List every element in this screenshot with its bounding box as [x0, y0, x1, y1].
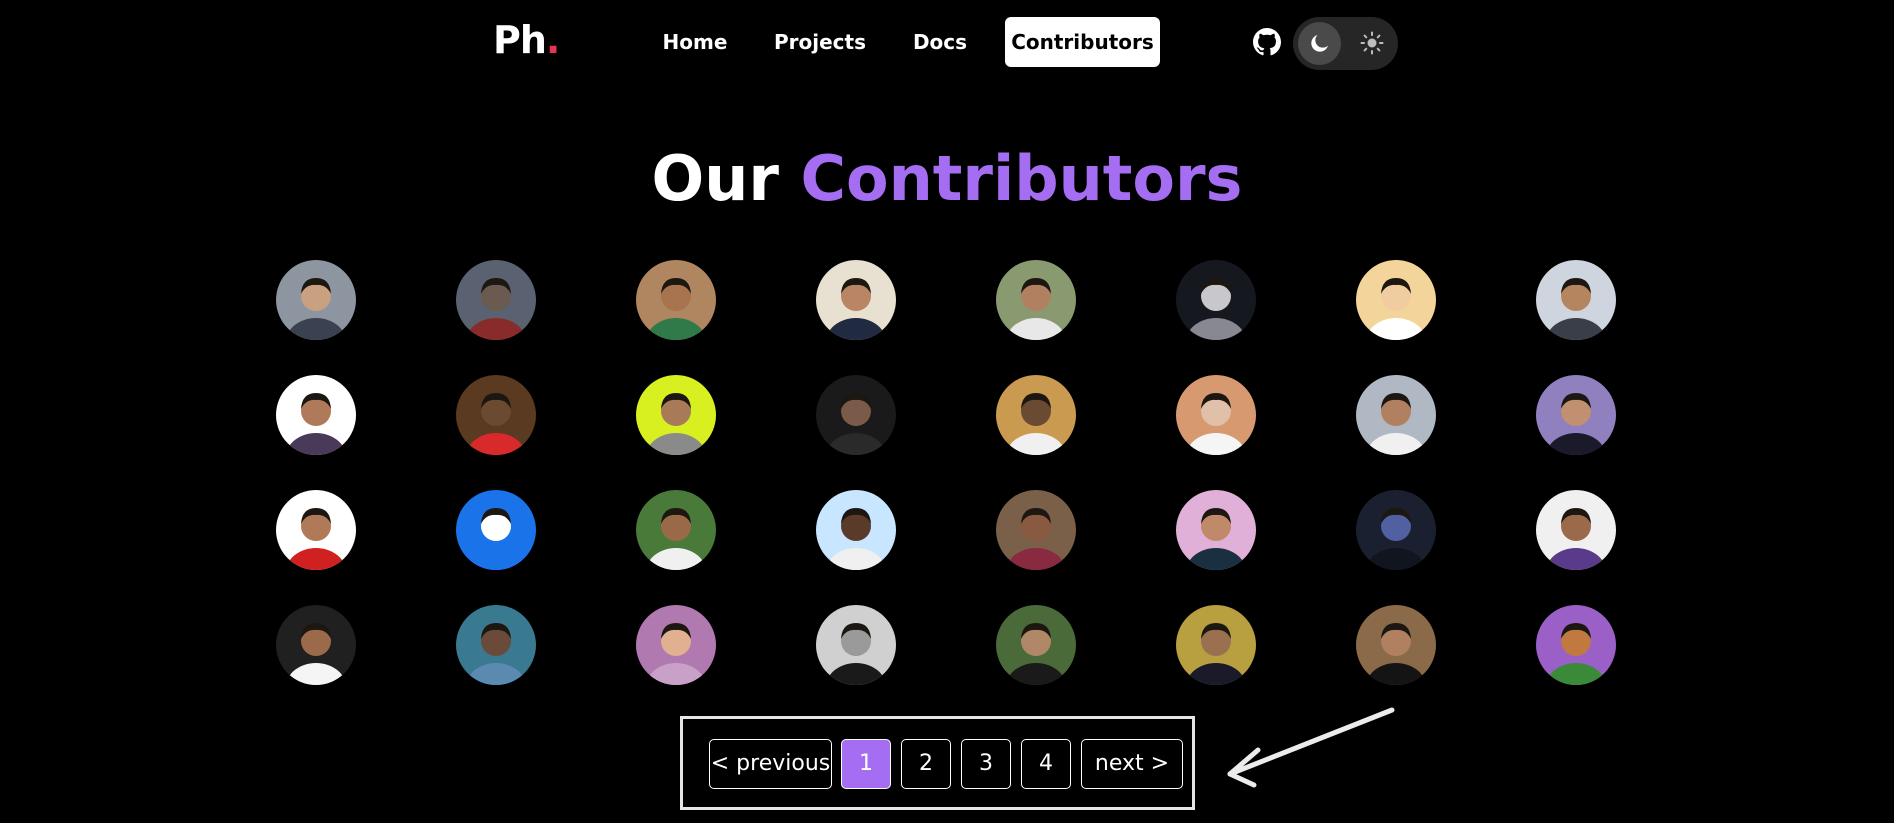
- contributor-avatar[interactable]: [1536, 490, 1616, 570]
- contributor-avatar[interactable]: [456, 375, 536, 455]
- contributor-avatar[interactable]: [456, 490, 536, 570]
- contributor-avatar[interactable]: [816, 490, 896, 570]
- contributor-avatar[interactable]: [276, 260, 356, 340]
- page-4-button[interactable]: 4: [1021, 739, 1071, 789]
- contributor-avatar[interactable]: [1356, 260, 1436, 340]
- contributor-avatar[interactable]: [1536, 260, 1616, 340]
- contributor-avatar[interactable]: [1176, 260, 1256, 340]
- contributor-avatar[interactable]: [1176, 375, 1256, 455]
- contributor-avatar[interactable]: [996, 605, 1076, 685]
- page-2-button[interactable]: 2: [901, 739, 951, 789]
- logo-text: Ph: [493, 18, 547, 62]
- contributor-avatar[interactable]: [636, 490, 716, 570]
- page-1-button[interactable]: 1: [841, 739, 891, 789]
- contributor-avatar[interactable]: [996, 375, 1076, 455]
- contributor-avatar[interactable]: [1536, 375, 1616, 455]
- contributor-avatar[interactable]: [1356, 605, 1436, 685]
- contributor-avatar[interactable]: [636, 605, 716, 685]
- page-3-button[interactable]: 3: [961, 739, 1011, 789]
- page-title: Our Contributors: [0, 142, 1894, 215]
- moon-icon: [1311, 35, 1328, 52]
- contributor-avatar[interactable]: [816, 375, 896, 455]
- contributor-avatar[interactable]: [276, 605, 356, 685]
- nav-projects-link[interactable]: Projects: [770, 17, 870, 67]
- contributor-avatar[interactable]: [816, 260, 896, 340]
- contributor-avatar[interactable]: [1356, 375, 1436, 455]
- contributor-avatar[interactable]: [456, 605, 536, 685]
- next-page-button[interactable]: next >: [1081, 739, 1183, 789]
- contributor-avatar[interactable]: [276, 490, 356, 570]
- contributor-avatar[interactable]: [1176, 490, 1256, 570]
- contributor-avatar[interactable]: [636, 375, 716, 455]
- title-lead: Our: [651, 142, 779, 215]
- annotation-arrow-icon: [1227, 707, 1395, 788]
- contributor-avatar[interactable]: [456, 260, 536, 340]
- contributor-avatar[interactable]: [996, 260, 1076, 340]
- brand-logo[interactable]: Ph.: [493, 18, 560, 62]
- previous-page-button[interactable]: < previous: [709, 739, 832, 789]
- contributors-grid: [276, 260, 1616, 685]
- nav-home-link[interactable]: Home: [652, 17, 738, 67]
- theme-toggle[interactable]: [1293, 17, 1398, 70]
- sun-icon: [1360, 31, 1384, 55]
- github-icon[interactable]: [1253, 28, 1281, 56]
- contributor-avatar[interactable]: [1356, 490, 1436, 570]
- logo-dot: .: [545, 18, 560, 62]
- title-accent: Contributors: [800, 142, 1243, 215]
- contributor-avatar[interactable]: [636, 260, 716, 340]
- contributor-avatar[interactable]: [1176, 605, 1256, 685]
- nav-contributors-link[interactable]: Contributors: [1005, 17, 1160, 67]
- contributor-avatar[interactable]: [1536, 605, 1616, 685]
- nav-docs-link[interactable]: Docs: [905, 17, 975, 67]
- contributor-avatar[interactable]: [276, 375, 356, 455]
- contributor-avatar[interactable]: [996, 490, 1076, 570]
- contributor-avatar[interactable]: [816, 605, 896, 685]
